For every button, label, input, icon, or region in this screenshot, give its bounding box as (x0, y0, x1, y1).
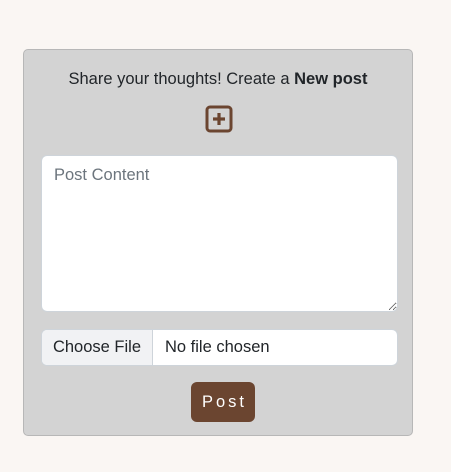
file-status-text: No file chosen (165, 338, 270, 356)
post-submit-button[interactable]: Post (191, 382, 255, 422)
headline-text: Share your thoughts! Create a (68, 70, 295, 88)
plus-square-icon[interactable] (205, 105, 233, 133)
choose-file-button[interactable]: Choose File (42, 330, 153, 365)
headline-emphasis: New post (294, 70, 368, 88)
new-post-card: Share your thoughts! Create a New post C… (23, 49, 413, 436)
post-content-textarea[interactable] (41, 155, 398, 312)
file-input[interactable]: Choose File No file chosen (41, 329, 398, 366)
new-post-headline: Share your thoughts! Create a New post (24, 68, 412, 90)
